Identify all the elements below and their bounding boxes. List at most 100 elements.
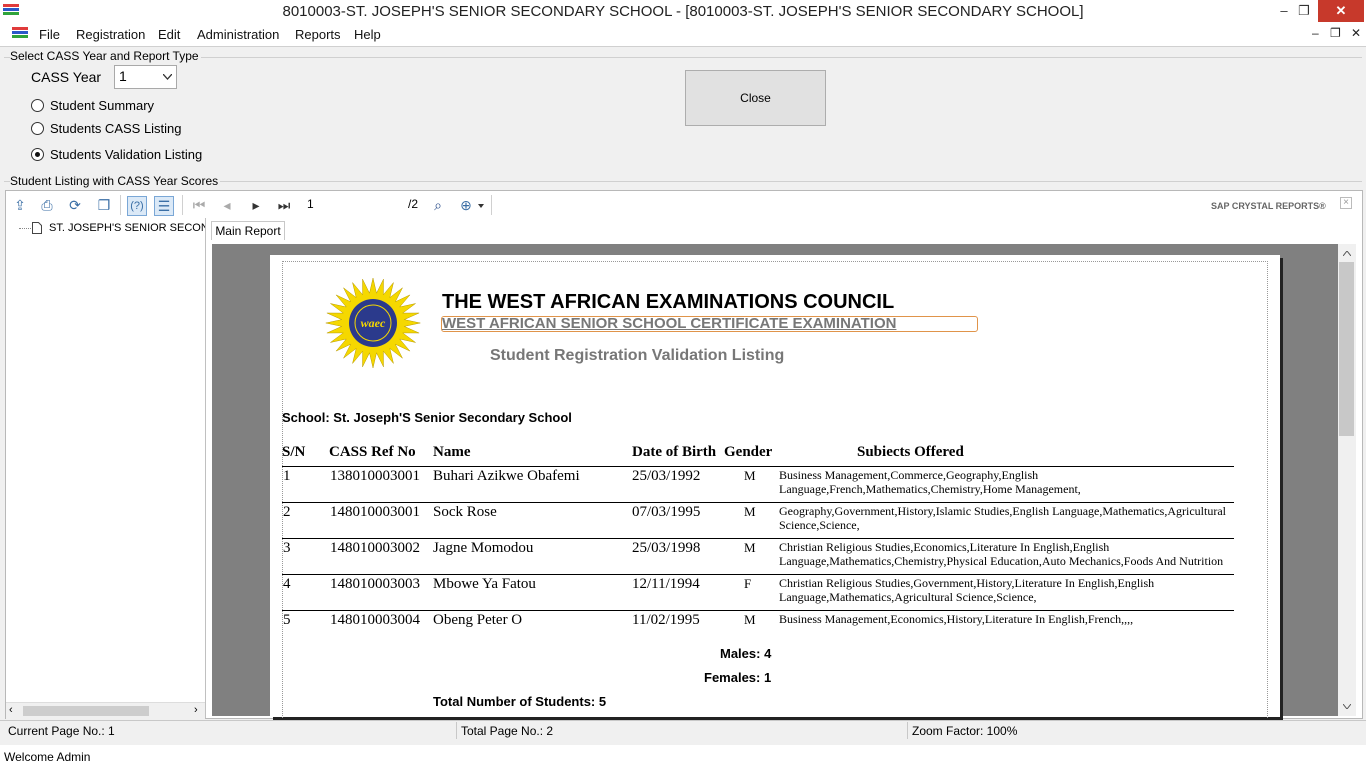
binoculars-icon[interactable]: ⌕ <box>429 196 447 214</box>
label-student-summary: Student Summary <box>50 98 155 113</box>
status-current-page: Current Page No.: 1 <box>8 724 115 738</box>
copy-icon[interactable]: ❐ <box>95 196 113 214</box>
viewer-close-icon[interactable]: × <box>1340 197 1352 209</box>
menu-edit[interactable]: Edit <box>158 27 180 42</box>
radio-students-validation-listing[interactable] <box>31 148 44 161</box>
tree-connector <box>19 228 31 230</box>
label-students-validation-listing: Students Validation Listing <box>50 147 203 162</box>
viewer-toolbar <box>6 191 1360 219</box>
status-bar <box>0 720 1366 742</box>
row-sn: 3 <box>283 540 291 556</box>
help-icon[interactable]: (?) <box>127 196 147 216</box>
row-divider <box>282 538 1234 539</box>
scroll-up-icon[interactable] <box>1343 251 1351 256</box>
last-page-icon[interactable]: ⏭ <box>275 196 293 214</box>
selection-group <box>4 57 1362 171</box>
row-cass-ref: 148010003001 <box>330 504 420 520</box>
row-gender: M <box>744 612 756 627</box>
row-divider <box>282 502 1234 503</box>
vertical-scroll-thumb[interactable] <box>1339 262 1354 436</box>
mdi-app-icon[interactable] <box>12 27 28 41</box>
row-name: Obeng Peter O <box>433 612 523 628</box>
row-name: Mbowe Ya Fatou <box>433 576 536 592</box>
group-tree-icon[interactable]: ☰ <box>154 196 174 216</box>
males-count: Males: 4 <box>720 646 772 661</box>
row-dob: 25/03/1998 <box>632 540 701 556</box>
previous-page-icon[interactable]: ◂ <box>218 196 236 214</box>
total-students: Total Number of Students: 5 <box>433 694 607 709</box>
status-separator <box>907 722 908 739</box>
toolbar-separator <box>120 195 121 215</box>
group-tree-panel <box>6 218 206 718</box>
label-students-cass-listing: Students CASS Listing <box>50 121 182 136</box>
close-button[interactable]: Close <box>685 70 826 126</box>
report-school-name: School: St. Joseph'S Senior Secondary Sc… <box>282 410 572 425</box>
row-dob: 11/02/1995 <box>632 612 700 628</box>
header-dob: Date of Birth <box>632 444 717 460</box>
row-divider <box>282 466 1234 467</box>
radio-student-summary[interactable] <box>31 99 44 112</box>
next-page-icon[interactable]: ▸ <box>247 196 265 214</box>
menu-reports[interactable]: Reports <box>295 27 341 42</box>
tree-root-node[interactable]: ST. JOSEPH'S SENIOR SECONDA <box>49 222 205 234</box>
export-icon[interactable]: ⇪ <box>11 196 29 214</box>
page-total-label: /2 <box>408 197 419 211</box>
status-total-page: Total Page No.: 2 <box>461 724 554 738</box>
mdi-restore-button[interactable]: ❐ <box>1330 26 1341 40</box>
row-subjects: Geography,Government,History,Islamic Stu… <box>779 504 1226 532</box>
row-dob: 12/11/1994 <box>632 576 700 592</box>
status-separator <box>456 722 457 739</box>
refresh-icon[interactable]: ⟳ <box>66 196 84 214</box>
row-name: Sock Rose <box>433 504 497 520</box>
row-gender: M <box>744 468 756 483</box>
waec-logo-icon: waec <box>325 277 421 369</box>
menu-administration[interactable]: Administration <box>197 27 279 42</box>
row-cass-ref: 148010003003 <box>330 576 420 592</box>
tree-horizontal-scrollbar[interactable]: ‹ › <box>6 702 205 719</box>
selection-group-label: Select CASS Year and Report Type <box>10 49 201 63</box>
document-icon <box>32 222 42 234</box>
header-name: Name <box>433 444 471 460</box>
mdi-close-button[interactable]: ✕ <box>1351 26 1361 40</box>
scroll-down-icon[interactable] <box>1343 704 1351 709</box>
scroll-right-icon[interactable]: › <box>194 704 198 716</box>
cass-year-select[interactable]: 1 <box>114 65 177 89</box>
row-sn: 4 <box>283 576 291 592</box>
menu-help[interactable]: Help <box>354 27 381 42</box>
header-subjects: Subiects Offered <box>857 444 964 460</box>
mdi-minimize-button[interactable]: ‒ <box>1312 26 1319 40</box>
menu-bar: File Registration Edit Administration Re… <box>0 24 1366 47</box>
page-number-input[interactable]: 1 <box>304 195 407 213</box>
menu-file[interactable]: File <box>39 27 60 42</box>
first-page-icon[interactable]: ⏮ <box>190 196 208 214</box>
logo-text: waec <box>361 316 386 330</box>
cass-year-value: 1 <box>119 68 127 84</box>
row-gender: F <box>744 576 752 591</box>
window-close-button[interactable]: ✕ <box>1318 0 1364 22</box>
report-exam-title: WEST AFRICAN SENIOR SCHOOL CERTIFICATE E… <box>442 315 897 332</box>
row-name: Jagne Momodou <box>433 540 534 556</box>
row-gender: M <box>744 504 756 519</box>
print-icon[interactable]: ⎙ <box>38 196 56 214</box>
row-sn: 1 <box>283 468 291 484</box>
header-sn: S/N <box>282 444 306 460</box>
row-subjects: Business Management,Commerce,Geography,E… <box>779 468 1081 496</box>
zoom-icon[interactable]: ⊕ <box>457 196 475 214</box>
crystal-reports-brand: SAP CRYSTAL REPORTS® <box>1211 201 1326 211</box>
tab-main-report[interactable]: Main Report <box>211 221 285 240</box>
row-name: Buhari Azikwe Obafemi <box>433 468 580 484</box>
scroll-left-icon[interactable]: ‹ <box>9 704 13 716</box>
row-cass-ref: 148010003004 <box>330 612 420 628</box>
menu-registration[interactable]: Registration <box>76 27 145 42</box>
report-subtitle: Student Registration Validation Listing <box>490 347 785 364</box>
row-cass-ref: 138010003001 <box>330 468 420 484</box>
zoom-dropdown-icon[interactable] <box>478 204 484 208</box>
row-subjects: Christian Religious Studies,Economics,Li… <box>779 540 1224 568</box>
status-zoom: Zoom Factor: 100% <box>912 724 1018 738</box>
tree-scroll-thumb[interactable] <box>23 706 149 716</box>
welcome-text: Welcome Admin <box>4 750 91 764</box>
row-gender: M <box>744 540 756 555</box>
row-subjects: Christian Religious Studies,Government,H… <box>779 576 1155 604</box>
radio-students-cass-listing[interactable] <box>31 122 44 135</box>
row-subjects: Business Management,Economics,History,Li… <box>779 612 1134 626</box>
